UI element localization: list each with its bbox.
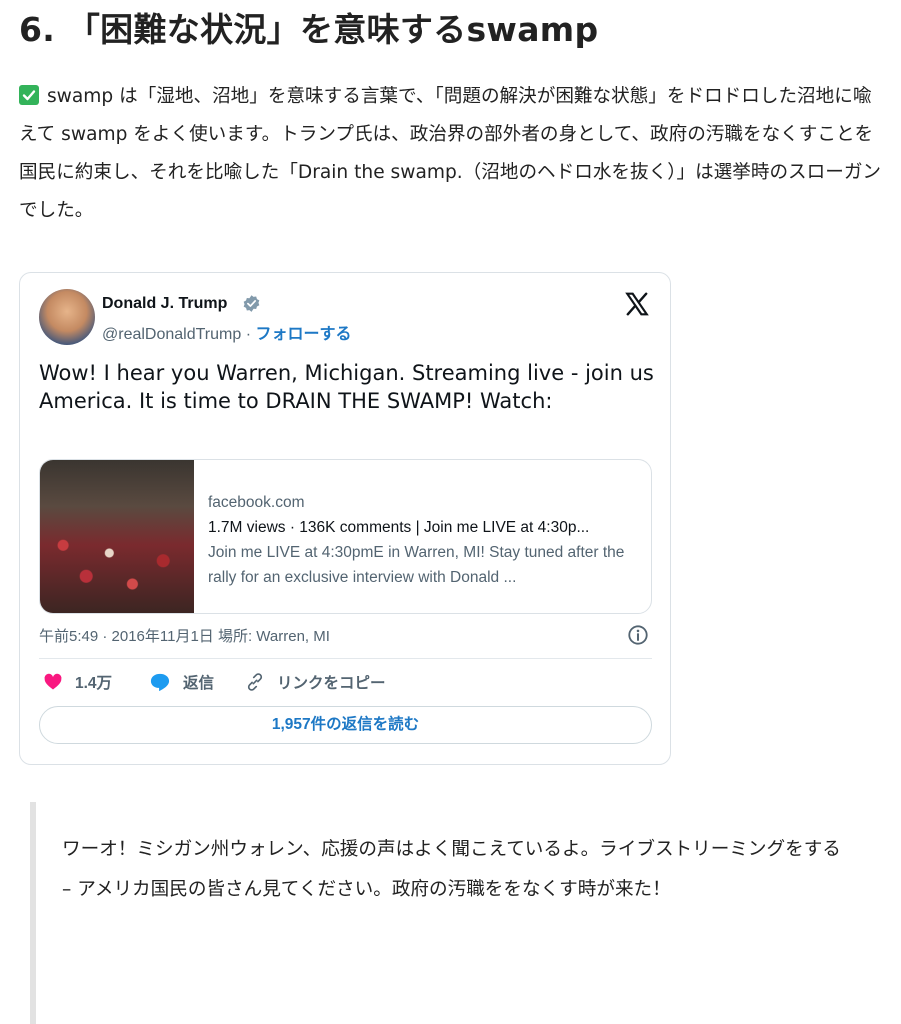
tweet-handle[interactable]: @realDonaldTrump bbox=[102, 326, 241, 343]
article-paragraph: swamp は「湿地、沼地」を意味する言葉で、「問題の解決が困難な状態」をドロド… bbox=[19, 78, 889, 230]
link-thumbnail[interactable] bbox=[40, 460, 194, 613]
reply-button[interactable]: 返信 bbox=[149, 671, 214, 693]
x-logo-icon[interactable] bbox=[624, 291, 650, 317]
tweet-author-name[interactable]: Donald J. Trump bbox=[102, 295, 227, 313]
link-description: Join me LIVE at 4:30pmE in Warren, MI! S… bbox=[208, 544, 625, 586]
handle-separator: · bbox=[241, 326, 256, 343]
reply-bubble-icon bbox=[150, 673, 170, 692]
article-paragraph-text: swamp は「湿地、沼地」を意味する言葉で、「問題の解決が困難な状態」をドロド… bbox=[19, 86, 882, 221]
tweet-timestamp[interactable]: 午前5:49 · 2016年11月1日 場所: Warren, MI bbox=[39, 625, 330, 646]
info-icon[interactable] bbox=[627, 624, 649, 646]
copy-link-label: リンクをコピー bbox=[277, 675, 386, 692]
link-title[interactable]: 1.7M views · 136K comments | Join me LIV… bbox=[208, 515, 638, 540]
link-preview-card[interactable]: facebook.com 1.7M views · 136K comments … bbox=[39, 459, 652, 614]
follow-link[interactable]: フォローする bbox=[255, 326, 351, 343]
avatar[interactable] bbox=[39, 289, 95, 345]
like-button[interactable]: 1.4万 bbox=[43, 671, 112, 693]
check-icon bbox=[19, 85, 39, 105]
link-icon bbox=[247, 673, 263, 691]
reply-label: 返信 bbox=[183, 675, 215, 692]
heart-icon bbox=[44, 673, 62, 690]
article-heading: 6. 「困難な状況」を意味するswamp bbox=[19, 10, 599, 49]
read-replies-button[interactable]: 1,957件の返信を読む bbox=[39, 706, 652, 744]
verified-badge-icon bbox=[243, 295, 260, 312]
link-domain: facebook.com bbox=[208, 494, 305, 511]
copy-link-button[interactable]: リンクをコピー bbox=[245, 671, 386, 693]
tweet-handle-row: @realDonaldTrump · フォローする bbox=[102, 320, 352, 344]
link-preview-body: facebook.com 1.7M views · 136K comments … bbox=[208, 490, 638, 590]
tweet-text: Wow! I hear you Warren, Michigan. Stream… bbox=[39, 361, 654, 413]
divider bbox=[39, 658, 652, 659]
blockquote-bar bbox=[30, 802, 36, 1024]
embedded-tweet[interactable]: Donald J. Trump @realDonaldTrump · フォローす… bbox=[19, 272, 671, 765]
translation-quote: ワーオ！ミシガン州ウォレン、応援の声はよく聞こえているよ。ライブストリーミングを… bbox=[62, 839, 841, 900]
like-count: 1.4万 bbox=[75, 675, 113, 692]
